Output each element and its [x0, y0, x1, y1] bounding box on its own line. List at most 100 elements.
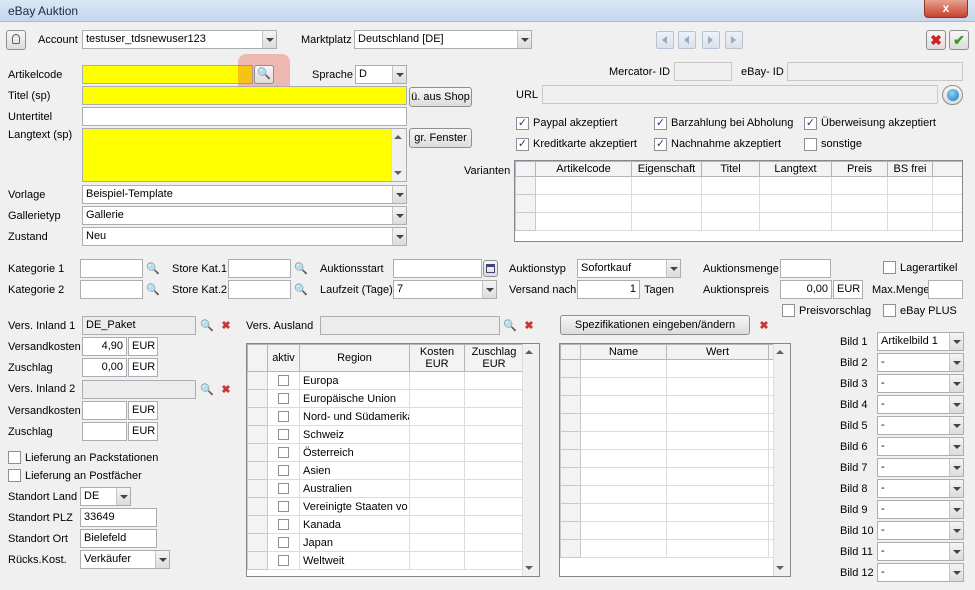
last-record-button[interactable]: [725, 31, 743, 49]
spezifikationen-button[interactable]: Spezifikationen eingeben/ändern: [560, 315, 750, 335]
next-record-button[interactable]: [702, 31, 720, 49]
paypal-checkbox[interactable]: ✓: [516, 117, 529, 130]
ebayplus-checkbox[interactable]: [883, 304, 896, 317]
varianten-grid[interactable]: Artikelcode Eigenschaft Titel Langtext Preis…: [514, 160, 963, 242]
region-zuschlag[interactable]: [464, 497, 524, 516]
specs-clear-button[interactable]: ✖: [755, 316, 773, 334]
ausland-search-button[interactable]: 🔍: [501, 316, 519, 334]
region-row[interactable]: Asien: [247, 461, 524, 480]
artikelcode-search-button[interactable]: 🔍: [254, 65, 274, 84]
inland1-input[interactable]: DE_Paket: [82, 316, 196, 335]
region-row[interactable]: Österreich: [247, 443, 524, 462]
varianten-col[interactable]: Eigenschaft: [631, 161, 702, 177]
region-kosten[interactable]: [409, 515, 465, 534]
specs-col-name[interactable]: Name: [580, 344, 667, 360]
region-zuschlag[interactable]: [464, 479, 524, 498]
standort-land-select[interactable]: DE: [80, 487, 131, 506]
postfaecher-checkbox[interactable]: [8, 469, 21, 482]
kategorie1-input[interactable]: [80, 259, 143, 278]
zustand-select[interactable]: Neu: [82, 227, 407, 246]
account-select[interactable]: testuser_tdsnewuser123: [82, 30, 277, 49]
untertitel-input[interactable]: [82, 107, 407, 126]
region-zuschlag[interactable]: [464, 533, 524, 552]
varianten-col[interactable]: Langtext: [759, 161, 832, 177]
titel-input[interactable]: [82, 86, 407, 105]
region-row[interactable]: Nord- und Südamerika: [247, 407, 524, 426]
bild-select[interactable]: -: [877, 374, 964, 393]
region-row[interactable]: Europäische Union: [247, 389, 524, 408]
region-zuschlag[interactable]: [464, 461, 524, 480]
ausland-input[interactable]: [320, 316, 500, 335]
zuschlag2-input[interactable]: [82, 422, 127, 441]
region-kosten[interactable]: [409, 533, 465, 552]
regions-col-aktiv[interactable]: aktiv: [267, 344, 300, 372]
region-aktiv-checkbox[interactable]: [278, 411, 289, 423]
region-zuschlag[interactable]: [464, 425, 524, 444]
langtext-scrollbar[interactable]: [391, 129, 406, 181]
regions-col-region[interactable]: Region: [299, 344, 410, 372]
bild-select[interactable]: -: [877, 479, 964, 498]
region-row[interactable]: Kanada: [247, 515, 524, 534]
nachnahme-checkbox[interactable]: ✓: [654, 138, 667, 151]
storekat2-search-button[interactable]: 🔍: [292, 280, 310, 298]
sonstige-checkbox[interactable]: [804, 138, 817, 151]
auktionspreis-input[interactable]: 0,00: [780, 280, 832, 299]
maxmenge-input[interactable]: [928, 280, 963, 299]
calendar-button[interactable]: [483, 260, 498, 277]
barzahlung-checkbox[interactable]: ✓: [654, 117, 667, 130]
first-record-button[interactable]: [656, 31, 674, 49]
bild-select[interactable]: -: [877, 395, 964, 414]
storekat2-input[interactable]: [228, 280, 291, 299]
specs-scrollbar[interactable]: [773, 344, 790, 576]
laufzeit-select[interactable]: 7: [393, 280, 497, 299]
region-row[interactable]: Australien: [247, 479, 524, 498]
aus-shop-button[interactable]: ü. aus Shop: [409, 87, 472, 107]
bild-select[interactable]: -: [877, 437, 964, 456]
regions-grid[interactable]: aktiv Region Kosten EUR Zuschlag EUR Europa…: [246, 343, 540, 577]
inland2-search-button[interactable]: 🔍: [198, 380, 216, 398]
vorlage-select[interactable]: Beispiel-Template: [82, 185, 407, 204]
region-kosten[interactable]: [409, 479, 465, 498]
bild-select[interactable]: -: [877, 353, 964, 372]
packstationen-checkbox[interactable]: [8, 451, 21, 464]
kategorie2-search-button[interactable]: 🔍: [144, 280, 162, 298]
close-button[interactable]: x: [924, 0, 968, 18]
inland1-search-button[interactable]: 🔍: [198, 316, 216, 334]
varianten-col[interactable]: Titel: [701, 161, 760, 177]
region-aktiv-checkbox[interactable]: [278, 375, 289, 387]
region-row[interactable]: Japan: [247, 533, 524, 552]
globe-button[interactable]: [942, 85, 963, 105]
region-zuschlag[interactable]: [464, 407, 524, 426]
regions-scrollbar[interactable]: [522, 344, 539, 576]
bild-select[interactable]: -: [877, 458, 964, 477]
specs-col-wert[interactable]: Wert: [666, 344, 769, 360]
prev-record-button[interactable]: [678, 31, 696, 49]
kreditkarte-checkbox[interactable]: ✓: [516, 138, 529, 151]
varianten-col[interactable]: Preis: [831, 161, 888, 177]
region-aktiv-checkbox[interactable]: [278, 483, 289, 495]
storekat1-search-button[interactable]: 🔍: [292, 259, 310, 277]
varianten-col[interactable]: Artikelcode: [535, 161, 632, 177]
lagerartikel-checkbox[interactable]: [883, 261, 896, 274]
gr-fenster-button[interactable]: gr. Fenster: [409, 128, 472, 148]
region-kosten[interactable]: [409, 461, 465, 480]
region-row[interactable]: Schweiz: [247, 425, 524, 444]
region-kosten[interactable]: [409, 443, 465, 462]
region-kosten[interactable]: [409, 407, 465, 426]
regions-col-kosten[interactable]: Kosten EUR: [409, 344, 465, 372]
auktionsmenge-input[interactable]: [780, 259, 831, 278]
preisvorschlag-checkbox[interactable]: [782, 304, 795, 317]
region-zuschlag[interactable]: [464, 443, 524, 462]
galerietyp-select[interactable]: Gallerie: [82, 206, 407, 225]
bild-select[interactable]: -: [877, 500, 964, 519]
region-aktiv-checkbox[interactable]: [278, 555, 289, 567]
lightbulb-button[interactable]: [6, 30, 26, 50]
kategorie1-search-button[interactable]: 🔍: [144, 259, 162, 277]
region-kosten[interactable]: [409, 551, 465, 570]
inland2-clear-button[interactable]: ✖: [217, 380, 235, 398]
region-aktiv-checkbox[interactable]: [278, 465, 289, 477]
standort-plz-input[interactable]: 33649: [80, 508, 157, 527]
bild-select[interactable]: -: [877, 416, 964, 435]
standort-ort-input[interactable]: Bielefeld: [80, 529, 157, 548]
region-aktiv-checkbox[interactable]: [278, 393, 289, 405]
